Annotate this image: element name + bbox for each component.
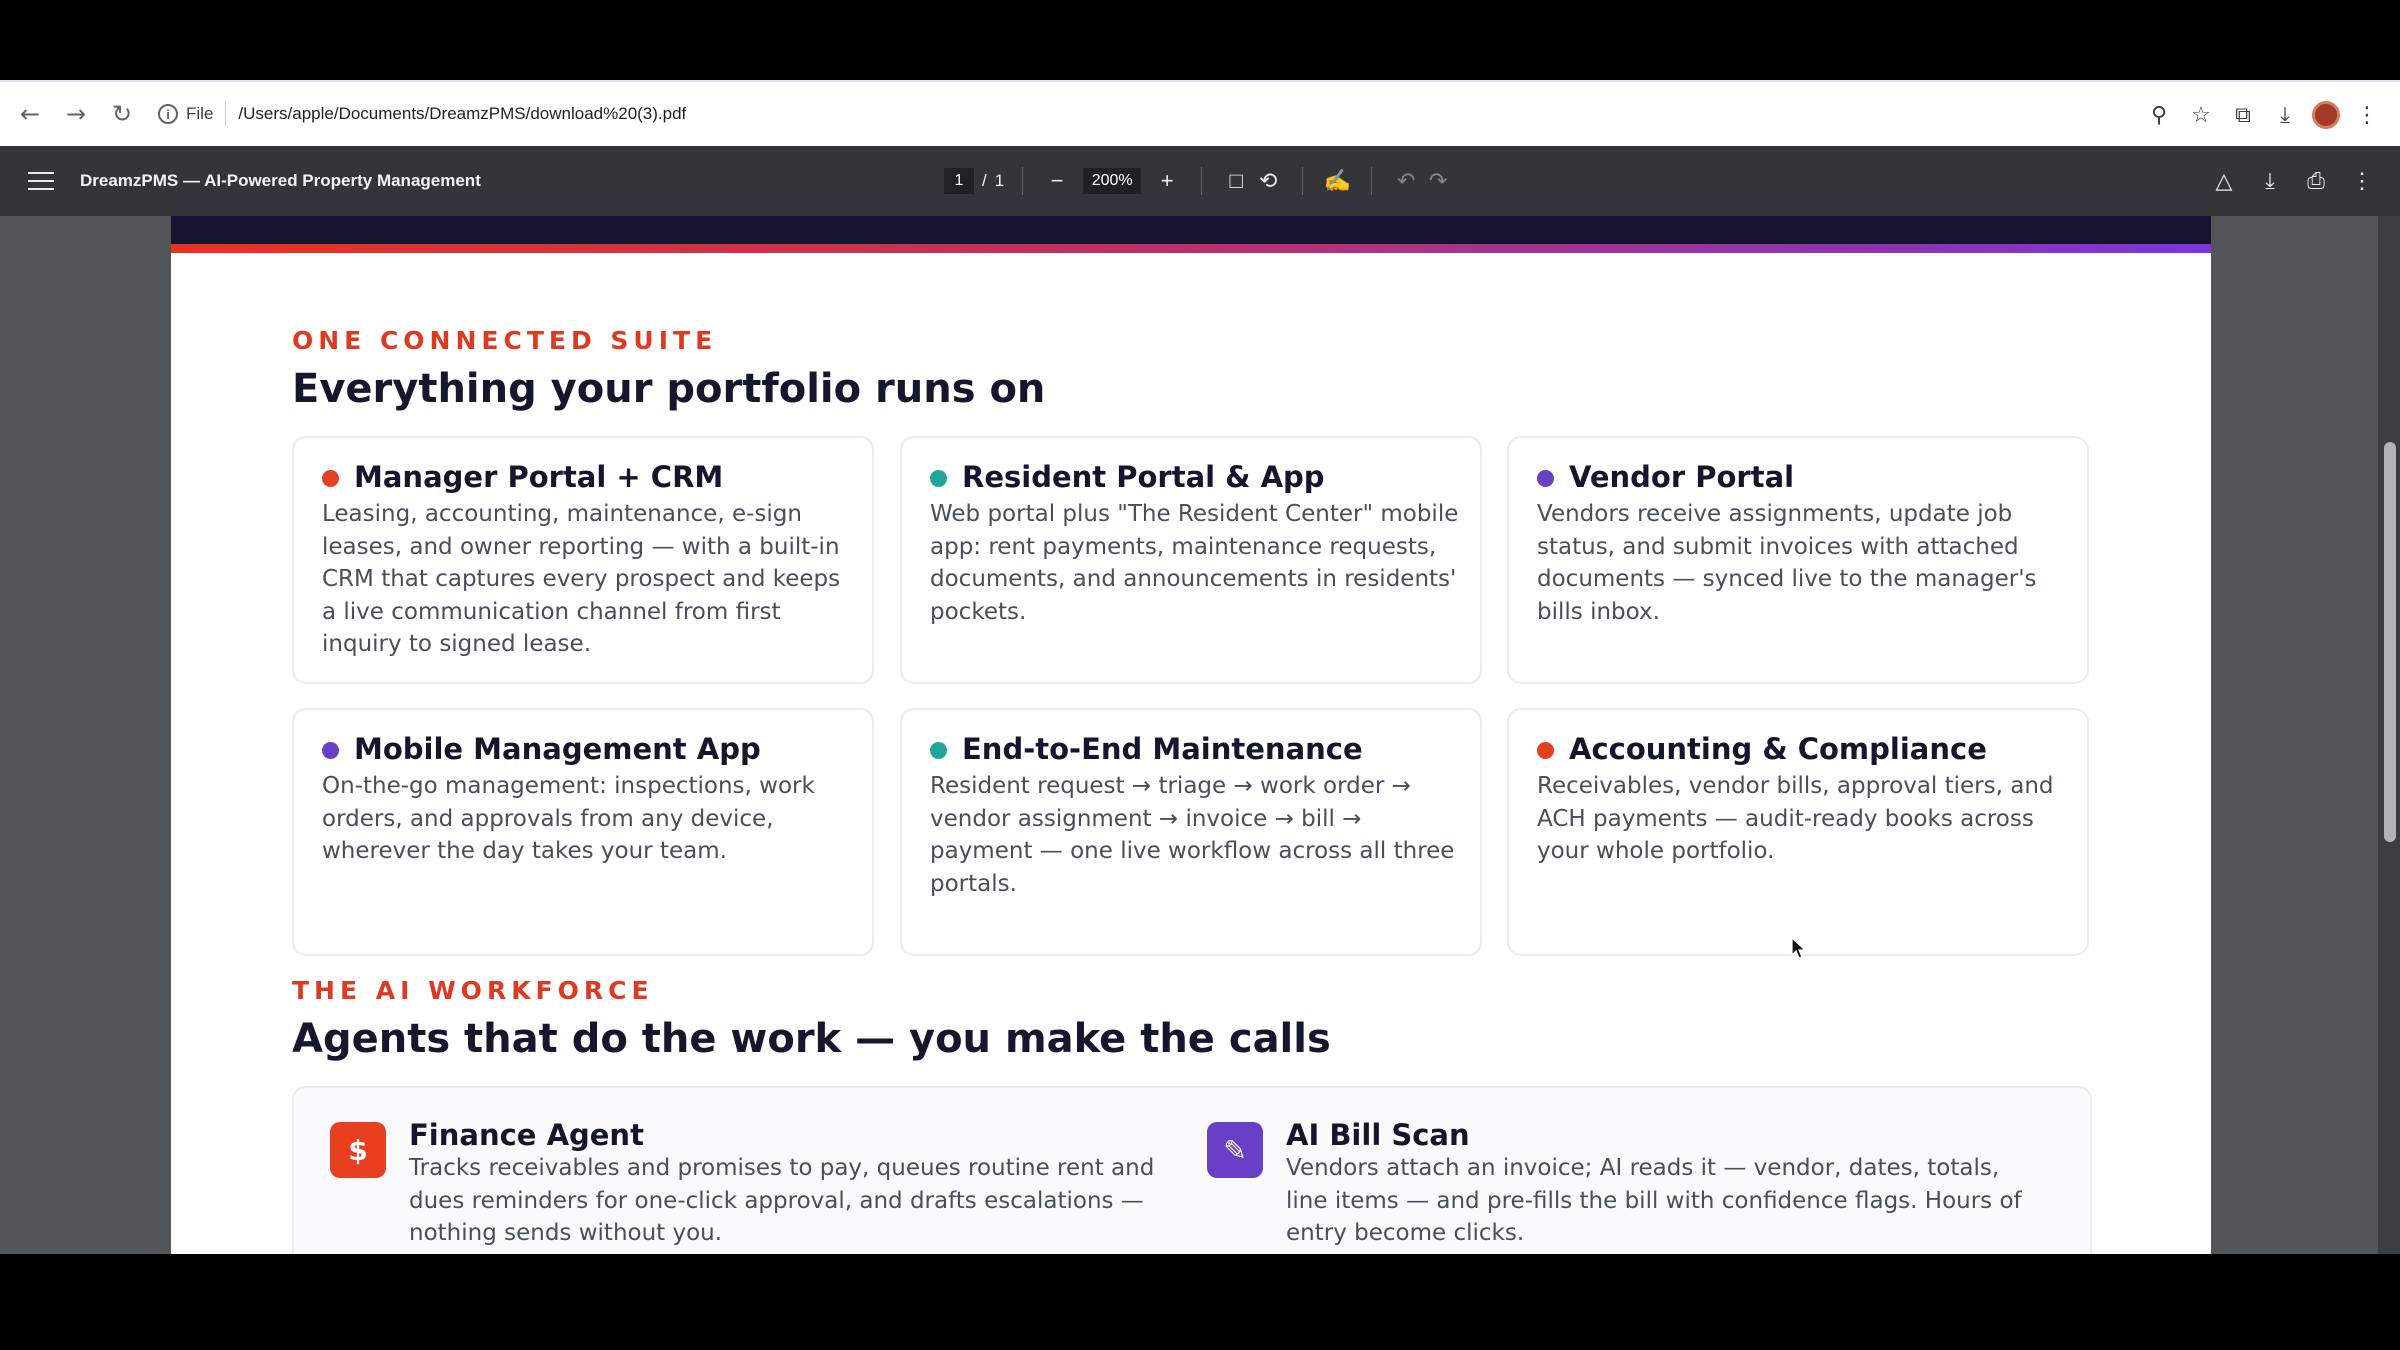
card-body: Resident request → triage → work order →…: [930, 773, 1455, 897]
feature-card: End-to-End Maintenance Resident request …: [900, 708, 1482, 956]
page-separator: /: [982, 171, 987, 190]
card-title: Vendor Portal: [1569, 460, 1795, 494]
agent-body: Tracks receivables and promises to pay, …: [409, 1155, 1155, 1246]
annotate-icon[interactable]: ✍: [1321, 165, 1353, 197]
downloads-icon[interactable]: ⤓: [2270, 100, 2300, 130]
scrollbar-thumb[interactable]: [2384, 442, 2396, 842]
zoom-icon[interactable]: ⚲: [2144, 100, 2174, 130]
toolbar-divider: [1022, 167, 1024, 195]
mouse-cursor-icon: [1791, 937, 1807, 959]
omnibox[interactable]: i File /Users/apple/Documents/DreamzPMS/…: [158, 92, 686, 136]
drive-save-icon[interactable]: △: [2208, 165, 2240, 197]
agent-title: AI Bill Scan: [1286, 1118, 1470, 1152]
browser-address-bar: ← → ↻ i File /Users/apple/Documents/Drea…: [0, 80, 2400, 146]
rotate-icon[interactable]: ⟲: [1252, 165, 1284, 197]
feature-card: Resident Portal & App Web portal plus "T…: [900, 436, 1482, 684]
agent-title: Finance Agent: [409, 1118, 644, 1152]
omnibox-divider: [225, 102, 227, 126]
screen-top-bezel: [0, 0, 2400, 80]
card-title: Manager Portal + CRM: [354, 460, 724, 494]
card-body: Receivables, vendor bills, approval tier…: [1537, 773, 2054, 864]
workforce-heading: Agents that do the work — you make the c…: [292, 1016, 1331, 1062]
card-dot-icon: [322, 742, 339, 759]
pencil-icon: ✎: [1207, 1122, 1263, 1178]
reload-icon[interactable]: ↻: [100, 92, 144, 136]
card-body: On-the-go management: inspections, work …: [322, 773, 815, 864]
browser-menu-icon[interactable]: ⋮: [2352, 100, 2382, 130]
feature-card: Vendor Portal Vendors receive assignment…: [1507, 436, 2089, 684]
feature-card: Accounting & Compliance Receivables, ven…: [1507, 708, 2089, 956]
toolbar-divider: [1302, 167, 1304, 195]
feature-card: Manager Portal + CRM Leasing, accounting…: [292, 436, 874, 684]
screen-bottom-bezel: [0, 1254, 2400, 1350]
agents-panel: $ Finance Agent Tracks receivables and p…: [292, 1086, 2092, 1254]
menu-icon[interactable]: [28, 172, 54, 190]
vertical-scrollbar[interactable]: [2378, 216, 2400, 1254]
zoom-level-input[interactable]: 200%: [1083, 168, 1142, 194]
workforce-eyebrow: THE AI WORKFORCE: [292, 976, 654, 1005]
card-title: Resident Portal & App: [962, 460, 1325, 494]
zoom-out-icon[interactable]: −: [1041, 165, 1073, 197]
extensions-icon[interactable]: ⧉: [2228, 100, 2258, 130]
card-body: Vendors receive assignments, update job …: [1537, 501, 2037, 625]
pdf-viewer[interactable]: ONE CONNECTED SUITE Everything your port…: [0, 216, 2400, 1254]
card-title: Accounting & Compliance: [1569, 732, 1987, 766]
redo-icon[interactable]: ↷: [1422, 165, 1454, 197]
dollar-icon: $: [330, 1122, 386, 1178]
back-icon[interactable]: ←: [8, 92, 52, 136]
card-dot-icon: [1537, 742, 1554, 759]
url-scheme-label: File: [186, 104, 214, 123]
toolbar-divider: [1201, 167, 1203, 195]
bookmark-star-icon[interactable]: ☆: [2186, 100, 2216, 130]
forward-icon[interactable]: →: [54, 92, 98, 136]
toolbar-divider: [1371, 167, 1373, 195]
card-dot-icon: [930, 470, 947, 487]
print-icon[interactable]: ⎙: [2300, 165, 2332, 197]
card-dot-icon: [930, 742, 947, 759]
card-body: Web portal plus "The Resident Center" mo…: [930, 501, 1459, 625]
page-number-input[interactable]: 1: [944, 168, 974, 194]
agent-body: Vendors attach an invoice; AI reads it —…: [1286, 1155, 2022, 1246]
card-title: Mobile Management App: [354, 732, 761, 766]
card-dot-icon: [1537, 470, 1554, 487]
card-body: Leasing, accounting, maintenance, e-sign…: [322, 501, 841, 657]
url-text[interactable]: /Users/apple/Documents/DreamzPMS/downloa…: [238, 104, 686, 124]
feature-card: Mobile Management App On-the-go manageme…: [292, 708, 874, 956]
pdf-page: ONE CONNECTED SUITE Everything your port…: [171, 216, 2211, 1254]
undo-icon[interactable]: ↶: [1390, 165, 1422, 197]
profile-avatar[interactable]: [2312, 101, 2340, 129]
zoom-in-icon[interactable]: +: [1151, 165, 1183, 197]
suite-eyebrow: ONE CONNECTED SUITE: [292, 326, 718, 355]
page-header-banner: [171, 216, 2211, 244]
gradient-accent-line: [171, 244, 2211, 253]
suite-heading: Everything your portfolio runs on: [292, 366, 1046, 412]
info-icon[interactable]: i: [158, 104, 178, 124]
fit-page-icon[interactable]: □: [1220, 165, 1252, 197]
document-title: DreamzPMS — AI-Powered Property Manageme…: [80, 171, 481, 190]
card-title: End-to-End Maintenance: [962, 732, 1363, 766]
card-dot-icon: [322, 470, 339, 487]
more-options-icon[interactable]: ⋮: [2346, 165, 2378, 197]
pdf-toolbar: DreamzPMS — AI-Powered Property Manageme…: [0, 146, 2400, 216]
page-total: 1: [994, 171, 1005, 190]
download-icon[interactable]: ⤓: [2254, 165, 2286, 197]
